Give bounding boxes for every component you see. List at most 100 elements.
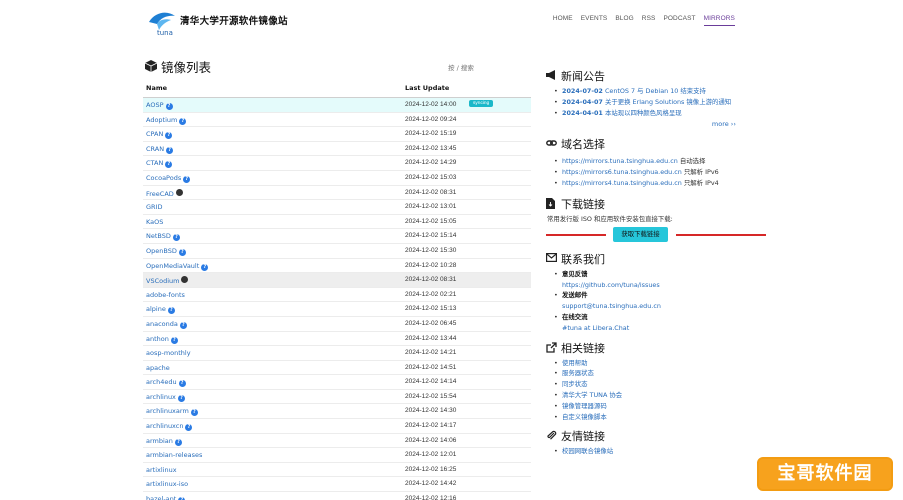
friend-link[interactable]: 校园网联合镜像站 (546, 446, 766, 457)
domain-link[interactable]: https://mirrors.tuna.tsinghua.edu.cn (562, 157, 678, 165)
mirror-name-link[interactable]: anaconda? (146, 320, 187, 329)
mirror-name-link[interactable]: FreeCAD (146, 188, 183, 198)
related-link[interactable]: 镜像管理器源码 (546, 401, 766, 412)
nav-events[interactable]: EVENTS (581, 15, 608, 26)
github-icon[interactable] (175, 188, 183, 196)
help-icon[interactable]: ? (165, 103, 173, 110)
related-link[interactable]: 清华大学 TUNA 协会 (546, 390, 766, 401)
mirror-name-link[interactable]: OpenBSD? (146, 247, 186, 256)
nav-mirrors[interactable]: MIRRORS (703, 15, 735, 26)
table-header: Name Last Update (143, 80, 531, 98)
help-icon[interactable]: ? (178, 380, 186, 388)
mirror-name-link[interactable]: KaOS (146, 218, 163, 226)
mirror-name-link[interactable]: arch4edu? (146, 378, 186, 388)
mirror-name-link[interactable]: aosp-monthly (146, 349, 191, 357)
contact-link[interactable]: #tuna at Libera.Chat (562, 324, 629, 332)
help-icon[interactable]: ? (183, 175, 191, 183)
help-icon[interactable]: ? (185, 424, 193, 432)
news-item[interactable]: 2024-04-01 本站现以四种颜色风格呈现 (546, 108, 766, 119)
table-row: apache 2024-12-02 14:51 (143, 361, 531, 376)
domain-link[interactable]: https://mirrors6.tuna.tsinghua.edu.cn (562, 168, 682, 176)
domain-item: https://mirrors4.tuna.tsinghua.edu.cn 只解… (546, 178, 766, 189)
last-update: 2024-12-02 15:19 (405, 130, 457, 138)
news-section-title: 新闻公告 (546, 68, 766, 84)
tuna-logo[interactable]: tuna (147, 8, 177, 36)
friend-links-list: 校园网联合镜像站 (546, 446, 766, 457)
help-icon[interactable]: ? (165, 132, 173, 140)
mirror-name-link[interactable]: CPAN? (146, 130, 173, 140)
mirror-name-link[interactable]: OpenMediaVault? (146, 262, 209, 271)
mirror-name-link[interactable]: archlinuxarm? (146, 407, 198, 417)
site-title[interactable]: 清华大学开源软件镜像站 (180, 13, 288, 27)
help-icon[interactable]: ? (165, 161, 173, 169)
table-row: archlinuxarm? 2024-12-02 14:30 (143, 404, 531, 420)
external-link-icon (546, 341, 557, 353)
mirror-name-link[interactable]: alpine? (146, 305, 175, 315)
help-icon[interactable]: ? (201, 263, 209, 271)
cube-icon (145, 60, 157, 72)
mirror-name-link[interactable]: bazel-apt? (146, 495, 186, 500)
last-update: 2024-12-02 14:14 (405, 378, 457, 386)
last-update: 2024-12-02 15:54 (405, 392, 457, 400)
annotation-arrow-right (676, 233, 766, 236)
news-item[interactable]: 2024-04-07 关于更换 Erlang Solutions 镜像上游的通知 (546, 97, 766, 108)
domain-list: https://mirrors.tuna.tsinghua.edu.cn 自动选… (546, 156, 766, 188)
help-icon[interactable]: ? (172, 234, 180, 242)
top-nav: HOME EVENTS BLOG RSS PODCAST MIRRORS (553, 15, 735, 26)
col-update-header[interactable]: Last Update (405, 84, 449, 92)
help-icon[interactable]: ? (179, 117, 187, 125)
help-icon[interactable]: ? (190, 409, 198, 417)
nav-podcast[interactable]: PODCAST (663, 15, 695, 26)
last-update: 2024-12-02 15:13 (405, 305, 457, 313)
related-link[interactable]: 同步状态 (546, 379, 766, 390)
last-update: 2024-12-02 15:05 (405, 217, 457, 225)
get-download-link-button[interactable]: 获取下载链接 (613, 226, 668, 242)
related-link[interactable]: 服务器状态 (546, 368, 766, 379)
help-icon[interactable]: ? (177, 394, 185, 402)
mirror-name-link[interactable]: CocoaPods? (146, 174, 191, 183)
mirror-name-link[interactable]: CRAN? (146, 145, 174, 154)
mirror-name-link[interactable]: AOSP? (146, 101, 173, 110)
news-item[interactable]: 2024-07-02 CentOS 7 与 Debian 10 结束支持 (546, 86, 766, 97)
table-row: aosp-monthly 2024-12-02 14:21 (143, 346, 531, 361)
contact-link[interactable]: support@tuna.tsinghua.edu.cn (562, 302, 661, 310)
mirror-name-link[interactable]: adobe-fonts (146, 291, 185, 299)
nav-rss[interactable]: RSS (642, 15, 656, 26)
col-name-header[interactable]: Name (146, 84, 167, 92)
help-icon[interactable]: ? (179, 321, 187, 329)
mirror-name-link[interactable]: armbian? (146, 437, 182, 446)
mirror-name-link[interactable]: archlinux? (146, 393, 185, 402)
mirror-name-link[interactable]: apache (146, 364, 170, 372)
mirror-name-link[interactable]: artixlinux (146, 466, 177, 474)
mirror-name-link[interactable]: GRID (146, 203, 162, 211)
mirror-name-link[interactable]: CTAN? (146, 159, 173, 169)
help-icon[interactable]: ? (174, 438, 182, 446)
table-row: NetBSD? 2024-12-02 15:14 (143, 229, 531, 244)
table-row: CocoaPods? 2024-12-02 15:03 (143, 171, 531, 186)
help-icon[interactable]: ? (166, 146, 174, 154)
table-row: armbian? 2024-12-02 14:06 (143, 434, 531, 449)
github-icon[interactable] (181, 276, 189, 284)
mirror-name-link[interactable]: Adoptium? (146, 116, 187, 125)
last-update: 2024-12-02 12:16 (405, 495, 457, 500)
last-update: 2024-12-02 13:45 (405, 144, 457, 152)
mirror-name-link[interactable]: armbian-releases (146, 451, 202, 459)
mirror-name-link[interactable]: NetBSD? (146, 232, 180, 242)
mirror-name-link[interactable]: artixlinux-iso (146, 480, 188, 488)
domain-link[interactable]: https://mirrors4.tuna.tsinghua.edu.cn (562, 179, 682, 187)
related-link[interactable]: 使用帮助 (546, 358, 766, 369)
last-update: 2024-12-02 14:51 (405, 363, 457, 371)
help-icon[interactable]: ? (170, 336, 178, 344)
related-link[interactable]: 自定义镜像脚本 (546, 412, 766, 423)
contact-link[interactable]: https://github.com/tuna/issues (562, 281, 660, 289)
mirror-name-link[interactable]: VSCodium (146, 276, 189, 285)
last-update: 2024-12-02 13:01 (405, 203, 457, 211)
help-icon[interactable]: ? (178, 248, 186, 256)
news-more-link[interactable]: more ›› (712, 120, 736, 128)
mirror-name-link[interactable]: anthon? (146, 335, 178, 344)
nav-blog[interactable]: BLOG (615, 15, 633, 26)
nav-home[interactable]: HOME (553, 15, 573, 26)
mirror-name-link[interactable]: archlinuxcn? (146, 422, 193, 432)
mirror-search-input[interactable] (448, 61, 530, 74)
help-icon[interactable]: ? (167, 307, 175, 315)
